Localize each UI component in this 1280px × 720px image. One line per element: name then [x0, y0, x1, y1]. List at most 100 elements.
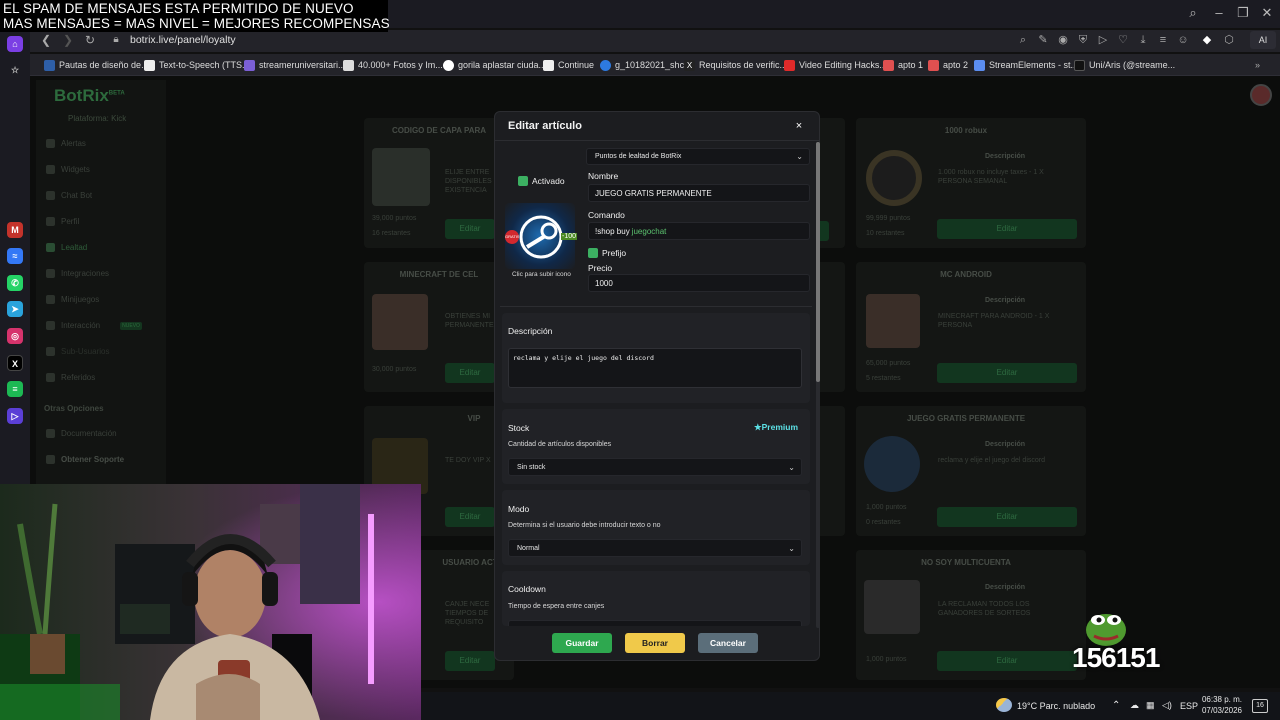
search-icon[interactable]: ⌕ [1016, 33, 1030, 47]
home-icon[interactable]: ⌂ [7, 36, 23, 52]
search-tabs-icon[interactable]: ⌕ [1182, 4, 1204, 22]
ai-button[interactable]: AI [1250, 31, 1276, 49]
edit-button[interactable]: Editar [937, 219, 1077, 239]
network-icon[interactable]: ▦ [1146, 700, 1155, 711]
telegram-icon[interactable]: ➤ [7, 301, 23, 317]
nav-lealtad[interactable]: Lealtad [46, 243, 87, 252]
stream-counter: 156151 [1072, 642, 1160, 673]
edit-button[interactable]: Editar [937, 507, 1077, 527]
nav-interaccion[interactable]: Interacción NUEVO [46, 321, 142, 330]
maximize-icon[interactable]: ❐ [1232, 4, 1254, 22]
spotify-icon[interactable]: ≡ [7, 381, 23, 397]
page-icon [974, 59, 985, 71]
description-textarea[interactable]: reclama y elije el juego del discord [508, 348, 802, 388]
forward-icon[interactable]: ❯ [60, 32, 76, 48]
edit-icon[interactable]: ✎ [1036, 33, 1050, 47]
volume-icon[interactable]: ◁) [1162, 700, 1172, 711]
nav-perfil[interactable]: Perfil [46, 217, 79, 226]
url-field[interactable]: botrix.live/panel/loyalty [100, 31, 1000, 49]
stock-select[interactable]: Sin stock ⌄ [508, 458, 802, 476]
bookmark-item[interactable]: Uni/Aris (@streame... [1074, 57, 1175, 73]
cloud-icon[interactable]: ☁ [1130, 700, 1139, 711]
nav-soporte[interactable]: Obtener Soporte [46, 455, 124, 464]
image-badge-left: GRATIS [505, 230, 519, 244]
mode-select[interactable]: Normal ⌄ [508, 539, 802, 557]
weather-text[interactable]: 19°C Parc. nublado [1017, 701, 1095, 711]
delete-button[interactable]: Borrar [625, 633, 685, 653]
bookmark-item[interactable]: Video Editing Hacks... [784, 57, 887, 73]
nav-alertas[interactable]: Alertas [46, 139, 86, 148]
page-icon [343, 59, 354, 71]
notifications-icon[interactable]: 16 [1252, 699, 1268, 713]
minimize-icon[interactable]: – [1208, 4, 1230, 22]
bookmark-item[interactable]: apto 1 [883, 57, 923, 73]
card-points: 65,000 puntos [866, 360, 911, 367]
send-icon[interactable]: ▷ [1096, 33, 1110, 47]
camera-icon[interactable]: ◉ [1056, 33, 1070, 47]
bookmark-item[interactable]: X Requisitos de verific... [684, 57, 787, 73]
bookmark-item[interactable]: Continue [543, 57, 594, 73]
nav-widgets[interactable]: Widgets [46, 165, 90, 174]
card-title: CODIGO DE CAPA PARA [391, 126, 487, 135]
airbnb-icon [928, 59, 939, 71]
player-icon[interactable]: ▷ [7, 408, 23, 424]
cancel-button[interactable]: Cancelar [698, 633, 758, 653]
clock[interactable]: 06:38 p. m. 07/03/2026 [1200, 694, 1242, 716]
save-button[interactable]: Guardar [552, 633, 612, 653]
plug-icon [46, 269, 55, 278]
cube-icon[interactable]: ⬡ [1222, 33, 1236, 47]
messenger-icon[interactable]: ≈ [7, 248, 23, 264]
shield-icon[interactable]: ⛨ [1076, 33, 1090, 47]
nav-subusuarios[interactable]: Sub-Usuarios [46, 347, 109, 356]
nav-minijuegos[interactable]: Minijuegos [46, 295, 99, 304]
botrix-logo[interactable]: BotRixBETA [54, 86, 125, 106]
heart-icon[interactable]: ♡ [1116, 33, 1130, 47]
language-indicator[interactable]: ESP [1180, 701, 1198, 711]
more-bookmarks-icon[interactable]: » [1255, 57, 1260, 73]
cooldown-input[interactable] [508, 620, 802, 626]
bookmark-item[interactable]: StreamElements - st... [974, 57, 1078, 73]
edit-button[interactable]: Editar [937, 651, 1077, 671]
nav-chatbot[interactable]: Chat Bot [46, 191, 92, 200]
star-icon[interactable]: ☆ [7, 62, 23, 78]
activated-checkbox[interactable] [518, 176, 528, 186]
bookmark-item[interactable]: streameruniversitari... [244, 57, 346, 73]
nav-documentacion[interactable]: Documentación [46, 429, 117, 438]
gmail-icon[interactable]: M [7, 222, 23, 238]
menu-icon[interactable]: ≡ [1156, 33, 1170, 47]
bookmark-item[interactable]: gorila aplastar ciuda... [443, 57, 546, 73]
price-input[interactable]: 1000 [588, 274, 810, 292]
nav-integraciones[interactable]: Integraciones [46, 269, 109, 278]
edit-button[interactable]: Editar [445, 363, 495, 383]
modal-scroll-thumb[interactable] [816, 142, 820, 382]
instagram-icon[interactable]: ◎ [7, 328, 23, 344]
close-window-icon[interactable]: ✕ [1256, 4, 1278, 22]
edit-button[interactable]: Editar [937, 363, 1077, 383]
x-icon[interactable]: X [7, 355, 23, 371]
profile-icon[interactable]: ☺ [1176, 33, 1190, 47]
avatar[interactable] [1250, 84, 1272, 106]
edit-button[interactable]: Editar [445, 507, 495, 527]
download-icon[interactable]: ⤓ [1136, 33, 1150, 47]
bookmark-item[interactable]: apto 2 [928, 57, 968, 73]
bookmark-item[interactable]: Text-to-Speech (TTS... [144, 57, 250, 73]
extension-icon[interactable]: ◆ [1200, 33, 1214, 47]
nav-referidos[interactable]: Referidos [46, 373, 95, 382]
edit-button[interactable]: Editar [445, 219, 495, 239]
command-input[interactable]: !shop buy juegochat [588, 222, 810, 240]
currency-select[interactable]: Puntos de lealtad de BotRix ⌄ [586, 148, 810, 165]
prefix-checkbox[interactable] [588, 248, 598, 258]
bookmark-item[interactable]: Pautas de diseño de... [44, 57, 149, 73]
star-icon: ★ [754, 422, 762, 432]
edit-button[interactable]: Editar [445, 651, 495, 671]
close-icon[interactable]: × [792, 119, 806, 133]
whatsapp-icon[interactable]: ✆ [7, 275, 23, 291]
mode-label: Modo [508, 504, 530, 514]
bookmark-item[interactable]: 40.000+ Fotos y Im... [343, 57, 443, 73]
reload-icon[interactable]: ↻ [82, 32, 98, 48]
name-input[interactable]: JUEGO GRATIS PERMANENTE [588, 184, 810, 202]
bookmark-item[interactable]: g_10182021_shcc [600, 57, 689, 73]
back-icon[interactable]: ❮ [38, 32, 54, 48]
chevron-up-icon[interactable]: ⌃ [1112, 700, 1120, 711]
cooldown-sub: Tiempo de espera entre canjes [508, 603, 605, 610]
